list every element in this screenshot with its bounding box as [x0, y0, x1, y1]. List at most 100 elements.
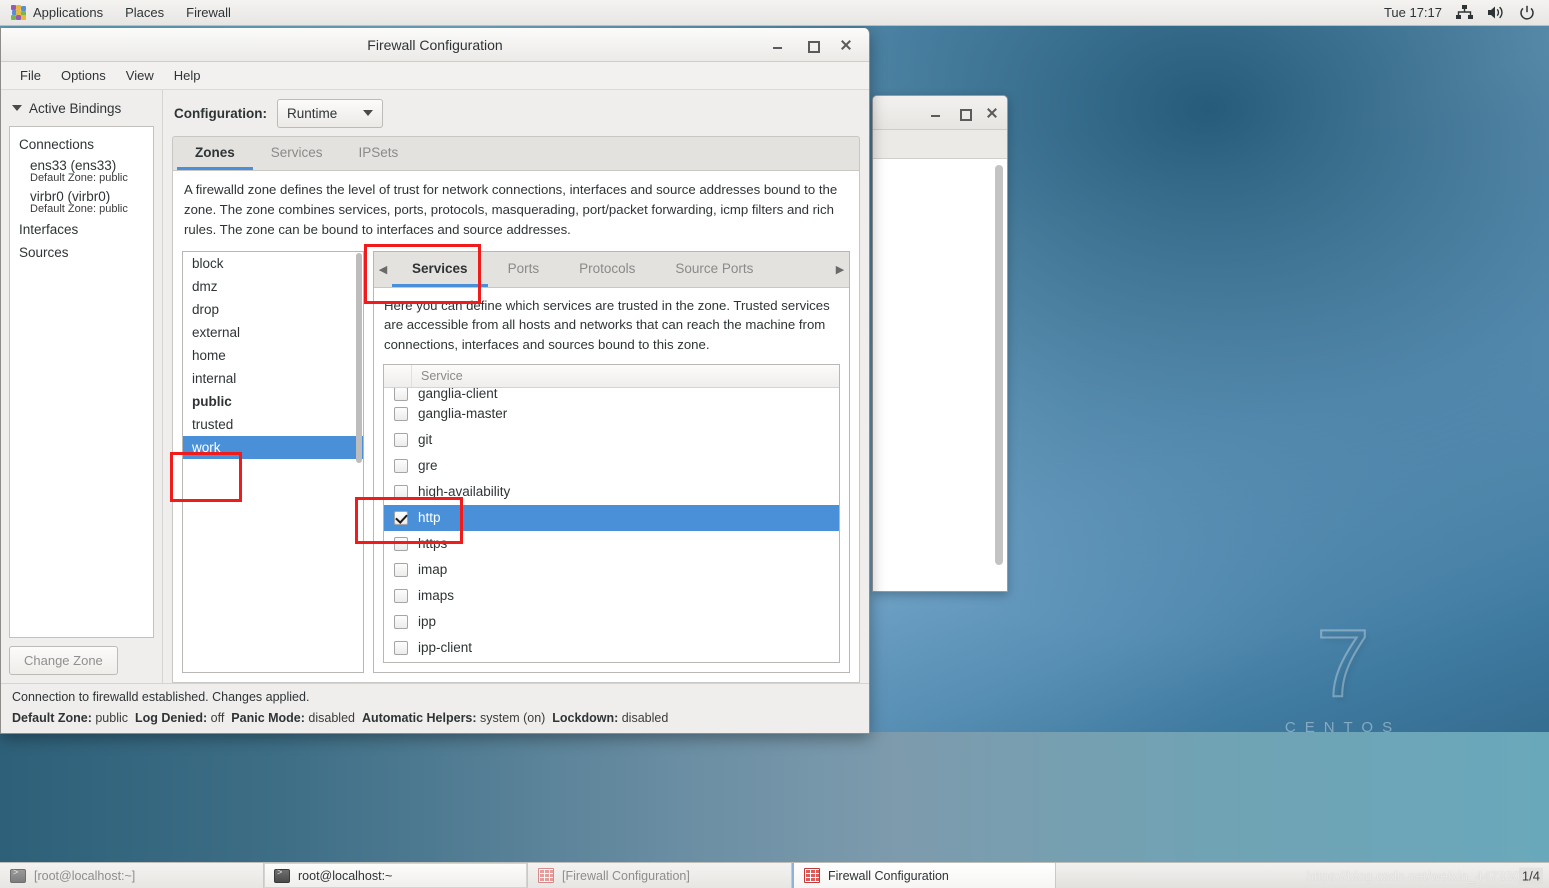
inner-tab-services[interactable]: Services	[392, 252, 488, 287]
service-name: gre	[418, 458, 438, 474]
service-row-imap[interactable]: imap	[384, 557, 839, 583]
terminal-icon	[10, 868, 26, 883]
status-value-log-denied: off	[210, 711, 225, 725]
bindings-group-connections[interactable]: Connections	[10, 133, 153, 156]
maximize-icon[interactable]	[957, 106, 972, 121]
services-table[interactable]: Service ganglia-client ganglia-master gi…	[383, 363, 840, 663]
tab-zones[interactable]: Zones	[177, 137, 253, 170]
services-table-rows: ganglia-client ganglia-master git gre hi…	[384, 387, 839, 662]
menu-options[interactable]: Options	[51, 62, 116, 90]
close-icon[interactable]	[839, 38, 853, 52]
service-checkbox[interactable]	[394, 562, 408, 577]
close-icon[interactable]	[985, 106, 999, 120]
zone-item-external[interactable]: external	[183, 321, 363, 344]
service-name: imaps	[418, 588, 455, 604]
connection-name: ens33 (ens33)	[30, 158, 117, 173]
status-message: Connection to firewalld established. Cha…	[12, 690, 310, 704]
bindings-group-interfaces[interactable]: Interfaces	[10, 218, 153, 241]
service-checkbox[interactable]	[394, 484, 408, 499]
zone-list-scrollbar[interactable]	[356, 252, 362, 463]
window-title: Firewall Configuration	[367, 36, 503, 53]
service-row-imaps[interactable]: imaps	[384, 583, 839, 609]
tab-ipsets[interactable]: IPSets	[341, 137, 417, 170]
connection-item-ens33[interactable]: ens33 (ens33) Default Zone: public	[10, 156, 153, 187]
zone-item-public[interactable]: public	[183, 390, 363, 413]
service-checkbox[interactable]	[394, 432, 408, 447]
background-window[interactable]	[872, 95, 1008, 592]
service-checkbox[interactable]	[394, 406, 408, 421]
taskbar-item-label: Firewall Configuration	[828, 868, 949, 883]
zone-item-work[interactable]: work	[183, 435, 363, 459]
service-row-http[interactable]: http	[384, 504, 839, 531]
background-window-scrollbar[interactable]	[995, 165, 1003, 565]
inner-tab-source-ports[interactable]: Source Ports	[655, 252, 773, 287]
taskbar-item-firewall-1[interactable]: [Firewall Configuration]	[528, 863, 792, 888]
minimize-icon[interactable]	[929, 106, 943, 120]
active-app-menu[interactable]: Firewall	[175, 0, 242, 26]
configuration-select[interactable]: Runtime	[276, 98, 383, 128]
chevron-left-icon[interactable]: ◀	[374, 252, 392, 287]
service-row-ganglia-client[interactable]: ganglia-client	[384, 387, 839, 401]
menu-file[interactable]: File	[10, 62, 51, 90]
configuration-label: Configuration:	[174, 105, 267, 121]
service-name: ipp	[418, 614, 437, 630]
zone-item-block[interactable]: block	[183, 252, 363, 275]
service-row-high-availability[interactable]: high-availability	[384, 479, 839, 505]
service-row-ganglia-master[interactable]: ganglia-master	[384, 401, 839, 427]
change-zone-button[interactable]: Change Zone	[9, 646, 118, 675]
service-name: ipp-client	[418, 640, 473, 656]
zone-item-internal[interactable]: internal	[183, 367, 363, 390]
zone-item-home[interactable]: home	[183, 344, 363, 367]
service-checkbox[interactable]	[394, 458, 408, 473]
status-value-panic-mode: disabled	[308, 711, 355, 725]
firewall-icon	[804, 868, 820, 883]
service-checkbox[interactable]	[394, 387, 408, 401]
window-titlebar[interactable]: Firewall Configuration	[1, 28, 869, 62]
top-panel: Applications Places Firewall Tue 17:17	[0, 0, 1549, 26]
outer-notebook: Zones Services IPSets A firewalld zone d…	[172, 136, 860, 683]
service-checkbox[interactable]	[394, 588, 408, 603]
zone-description: A firewalld zone defines the level of tr…	[184, 182, 838, 238]
clock[interactable]: Tue 17:17	[1384, 5, 1442, 20]
zone-item-dmz[interactable]: dmz	[183, 275, 363, 298]
maximize-icon[interactable]	[805, 38, 820, 53]
taskbar-item-terminal-1[interactable]: [root@localhost:~]	[0, 863, 264, 888]
service-checkbox[interactable]	[394, 614, 408, 629]
applications-menu[interactable]: Applications	[0, 0, 114, 26]
zone-list[interactable]: block dmz drop external home internal pu…	[182, 250, 364, 673]
background-window-toolbar	[873, 130, 1007, 159]
terminal-icon	[274, 868, 290, 883]
menu-help[interactable]: Help	[164, 62, 211, 90]
taskbar-item-firewall-2[interactable]: Firewall Configuration	[792, 863, 1056, 888]
volume-icon[interactable]	[1487, 5, 1505, 20]
zone-item-trusted[interactable]: trusted	[183, 413, 363, 436]
zone-item-drop[interactable]: drop	[183, 298, 363, 321]
service-name: ganglia-client	[418, 387, 498, 401]
service-checkbox[interactable]	[394, 536, 408, 551]
minimize-icon[interactable]	[771, 38, 785, 52]
service-row-https[interactable]: https	[384, 531, 839, 557]
power-icon[interactable]	[1519, 5, 1535, 21]
service-checkbox[interactable]	[394, 510, 408, 525]
window-controls	[771, 38, 869, 53]
watermark-text: https://blog.csdn.net/weixin_44733024	[1306, 868, 1535, 883]
chevron-right-icon[interactable]: ▶	[831, 252, 849, 287]
connection-item-virbr0[interactable]: virbr0 (virbr0) Default Zone: public	[10, 187, 153, 218]
services-header-checkbox-col	[384, 364, 412, 388]
service-row-gre[interactable]: gre	[384, 453, 839, 479]
background-window-titlebar[interactable]	[873, 96, 1007, 130]
service-checkbox[interactable]	[394, 640, 408, 655]
service-row-ipp[interactable]: ipp	[384, 609, 839, 635]
inner-tab-ports[interactable]: Ports	[488, 252, 560, 287]
inner-tab-protocols[interactable]: Protocols	[559, 252, 655, 287]
places-menu[interactable]: Places	[114, 0, 175, 26]
menu-view[interactable]: View	[116, 62, 164, 90]
taskbar-item-terminal-2[interactable]: root@localhost:~	[264, 863, 528, 888]
active-bindings-expander[interactable]: Active Bindings	[1, 90, 162, 126]
network-icon[interactable]	[1456, 5, 1473, 20]
service-row-ipp-client[interactable]: ipp-client	[384, 635, 839, 661]
service-row-git[interactable]: git	[384, 427, 839, 453]
bindings-tree[interactable]: Connections ens33 (ens33) Default Zone: …	[9, 126, 154, 638]
bindings-group-sources[interactable]: Sources	[10, 241, 153, 264]
tab-services[interactable]: Services	[253, 137, 341, 170]
